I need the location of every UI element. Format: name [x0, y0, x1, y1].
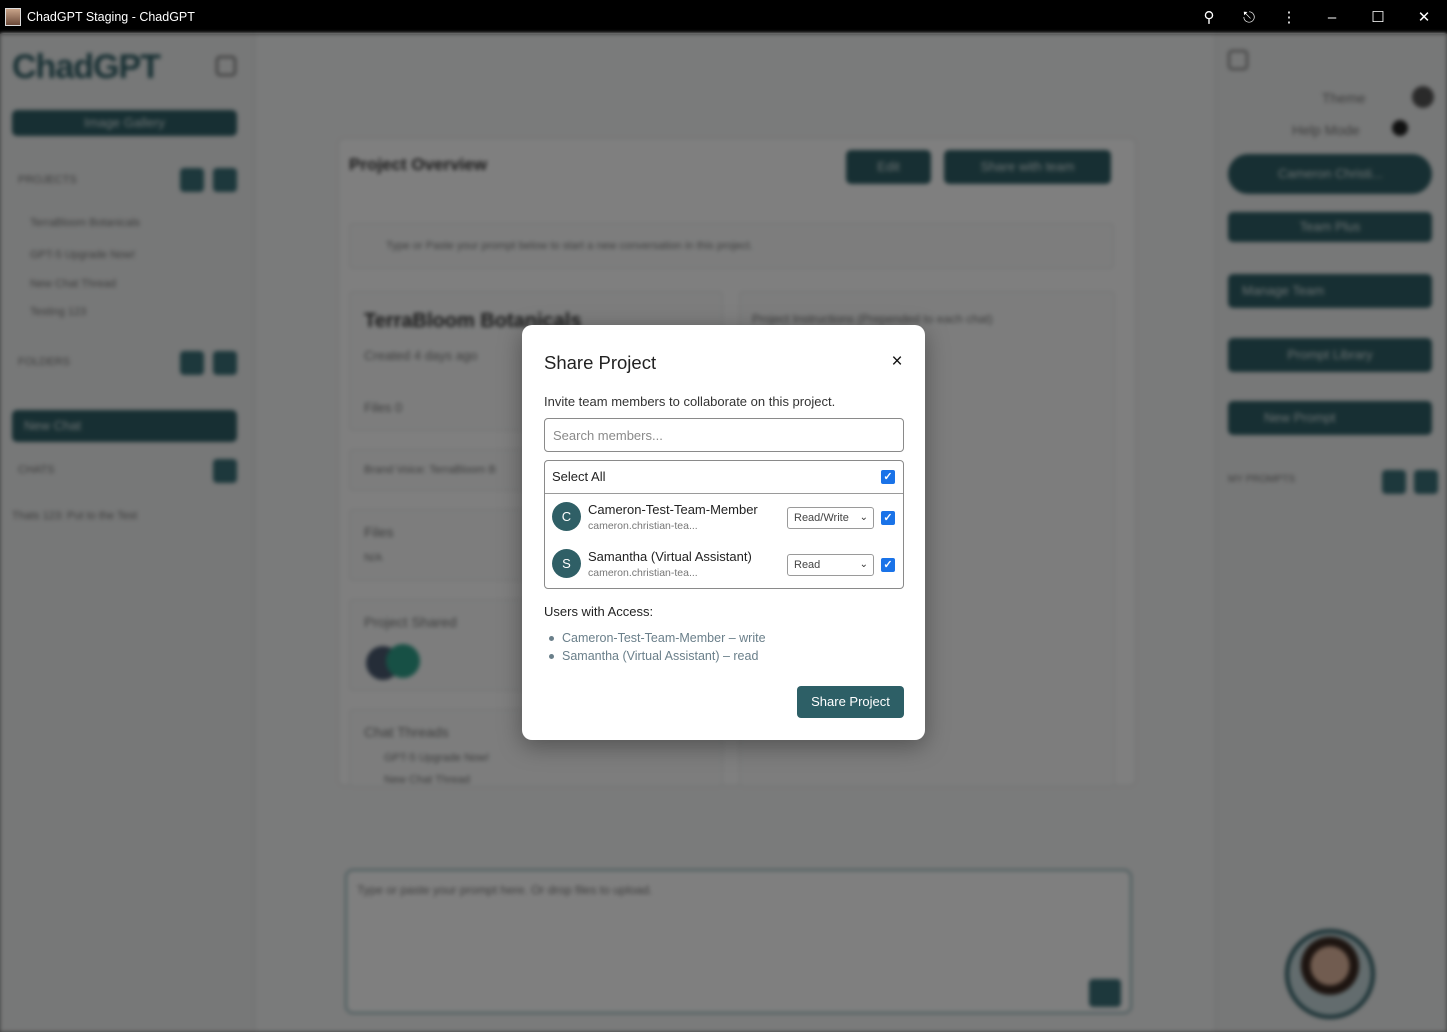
select-all-label: Select All: [552, 469, 606, 484]
member-checkbox[interactable]: ✓: [881, 511, 895, 525]
member-email: cameron.christian-tea...: [588, 520, 698, 532]
access-list-item: Cameron-Test-Team-Member – write: [544, 629, 904, 647]
app-icon: [5, 8, 21, 26]
member-email: cameron.christian-tea...: [588, 567, 698, 579]
modal-description: Invite team members to collaborate on th…: [544, 394, 836, 409]
members-list: Select All ✓ C Cameron-Test-Team-Member …: [544, 460, 904, 589]
maximize-button[interactable]: ☐: [1355, 0, 1401, 34]
close-icon[interactable]: ×: [888, 352, 906, 372]
member-name: Samantha (Virtual Assistant): [588, 549, 752, 564]
access-list-item: Samantha (Virtual Assistant) – read: [544, 647, 904, 665]
zoom-icon[interactable]: ⚲: [1189, 0, 1229, 34]
chevron-down-icon: ⌄: [859, 512, 868, 523]
window-title: ChadGPT Staging - ChadGPT: [27, 10, 195, 24]
minimize-button[interactable]: –: [1309, 0, 1355, 34]
close-window-button[interactable]: ✕: [1401, 0, 1447, 34]
member-row: S Samantha (Virtual Assistant) cameron.c…: [545, 542, 903, 588]
search-members-input[interactable]: [544, 418, 904, 452]
more-options-icon[interactable]: ⋮: [1269, 0, 1309, 34]
member-avatar: C: [552, 502, 581, 531]
users-with-access-list: Cameron-Test-Team-Member – write Samanth…: [544, 629, 904, 665]
share-project-modal: Share Project × Invite team members to c…: [522, 325, 925, 740]
member-row: C Cameron-Test-Team-Member cameron.chris…: [545, 495, 903, 541]
share-project-button[interactable]: Share Project: [797, 686, 904, 718]
users-with-access-title: Users with Access:: [544, 604, 654, 619]
select-all-checkbox[interactable]: ✓: [881, 470, 895, 484]
modal-title: Share Project: [544, 352, 657, 373]
chevron-down-icon: ⌄: [859, 559, 868, 570]
member-checkbox[interactable]: ✓: [881, 558, 895, 572]
extensions-icon[interactable]: ⎋: [1229, 0, 1269, 34]
permission-value: Read: [794, 559, 821, 571]
member-name: Cameron-Test-Team-Member: [588, 502, 758, 517]
permission-select[interactable]: Read ⌄: [787, 554, 874, 576]
select-all-row: Select All ✓: [545, 461, 903, 494]
permission-value: Read/Write: [794, 512, 849, 524]
permission-select[interactable]: Read/Write ⌄: [787, 507, 874, 529]
member-avatar: S: [552, 549, 581, 578]
window-titlebar: ChadGPT Staging - ChadGPT ⚲ ⎋ ⋮ – ☐ ✕: [0, 0, 1447, 34]
